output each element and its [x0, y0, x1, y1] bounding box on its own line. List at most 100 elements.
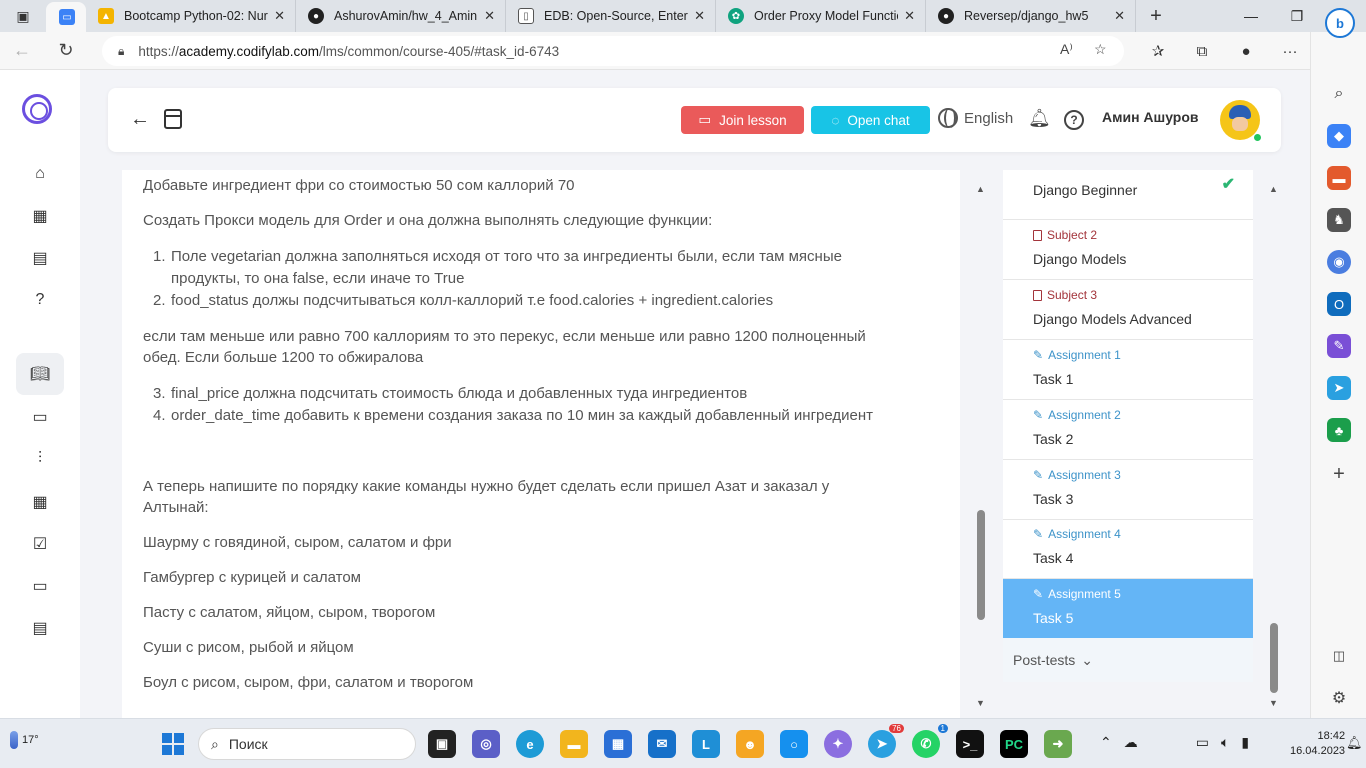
- tab-active[interactable]: ▭: [46, 2, 86, 32]
- restore-icon[interactable]: ❐: [1274, 0, 1320, 32]
- telegram-sidebar-icon[interactable]: ➤: [1327, 376, 1351, 400]
- clipboard-icon[interactable]: ▤: [28, 246, 52, 270]
- tab-github-hw5[interactable]: ● Reversep/django_hw5 ✕: [926, 0, 1136, 32]
- add-favorite-icon[interactable]: ☆: [1094, 41, 1107, 58]
- tab-close-icon[interactable]: ✕: [274, 8, 285, 24]
- user-name[interactable]: Амин Ашуров: [1102, 109, 1199, 125]
- stats-icon[interactable]: ⫶: [28, 447, 52, 471]
- outlook-icon[interactable]: O: [1327, 292, 1351, 316]
- add-sidebar-icon[interactable]: +: [1327, 462, 1351, 486]
- help-circle-icon[interactable]: ?: [28, 288, 52, 312]
- settings-icon[interactable]: ⚙: [1327, 686, 1351, 710]
- refresh-icon[interactable]: ↻: [44, 40, 88, 61]
- lesson-item-assignment-3[interactable]: ✎ Assignment 3 Task 3: [1003, 460, 1253, 520]
- taskbar-search[interactable]: ⌕ Поиск: [198, 728, 416, 760]
- store-icon[interactable]: ▦: [604, 730, 632, 758]
- lesson-item-assignment-2[interactable]: ✎ Assignment 2 Task 2: [1003, 400, 1253, 460]
- arrow-app-icon[interactable]: ➜: [1044, 730, 1072, 758]
- lock-icon[interactable]: 🔒︎: [118, 44, 124, 59]
- calendar-icon[interactable]: ▦: [28, 204, 52, 228]
- lesson-item-assignment-4[interactable]: ✎ Assignment 4 Task 4: [1003, 519, 1253, 579]
- pumpkin-app-icon[interactable]: ☻: [736, 730, 764, 758]
- favorites-icon[interactable]: ✰: [1136, 36, 1180, 66]
- more-icon[interactable]: ···: [1268, 36, 1312, 66]
- mail-icon[interactable]: ✉: [648, 730, 676, 758]
- lesson-item-assignment-1[interactable]: ✎ Assignment 1 Task 1: [1003, 340, 1253, 400]
- lesson-item-subject-2[interactable]: Subject 2 Django Models: [1003, 220, 1253, 280]
- start-button[interactable]: [162, 733, 184, 755]
- open-chat-button[interactable]: ◌ Open chat: [811, 106, 930, 134]
- tools-icon[interactable]: ▬: [1327, 166, 1351, 190]
- task-view-icon[interactable]: ▣: [428, 730, 456, 758]
- tab-bootcamp[interactable]: ▲ Bootcamp Python-02: Nursu ✕: [86, 0, 296, 32]
- scroll-up-icon[interactable]: ▲: [1269, 184, 1278, 194]
- new-tab-button[interactable]: +: [1136, 0, 1176, 32]
- minimize-icon[interactable]: —: [1228, 0, 1274, 32]
- tab-close-icon[interactable]: ✕: [904, 8, 915, 24]
- post-tests-dropdown[interactable]: Post-tests ⌄: [1003, 638, 1253, 682]
- tab-github-hw4[interactable]: ● AshurovAmin/hw_4_Amin ✕: [296, 0, 506, 32]
- clock[interactable]: 18:42 16.04.2023: [1290, 729, 1345, 759]
- tab-close-icon[interactable]: ✕: [484, 8, 495, 24]
- games-icon[interactable]: ♞: [1327, 208, 1351, 232]
- schedule-icon[interactable]: ▦: [28, 490, 52, 514]
- bell-icon[interactable]: 🔔︎: [1028, 108, 1051, 129]
- profile-icon[interactable]: ●: [1224, 36, 1268, 66]
- scroll-down-icon[interactable]: ▼: [1269, 698, 1278, 708]
- lesson-item-subject-3[interactable]: Subject 3 Django Models Advanced: [1003, 280, 1253, 340]
- weather-widget[interactable]: 17°: [10, 731, 39, 749]
- terminal-icon[interactable]: >_: [956, 730, 984, 758]
- designer-icon[interactable]: ✎: [1327, 334, 1351, 358]
- document-icon[interactable]: ▤: [28, 616, 52, 640]
- help-icon[interactable]: ?: [1064, 110, 1084, 130]
- scroll-up-icon[interactable]: ▲: [976, 184, 985, 194]
- tab-actions-icon[interactable]: ▣: [0, 0, 46, 32]
- back-icon[interactable]: ←: [0, 40, 44, 61]
- card-icon[interactable]: ▭: [28, 574, 52, 598]
- join-lesson-button[interactable]: ▭ Join lesson: [681, 106, 804, 134]
- tab-close-icon[interactable]: ✕: [1114, 8, 1125, 24]
- battery-icon[interactable]: ▮: [1241, 734, 1249, 751]
- tab-edb[interactable]: ▯ EDB: Open-Source, Enterpri ✕: [506, 0, 716, 32]
- l-app-icon[interactable]: L: [692, 730, 720, 758]
- lesson-list-scrollbar[interactable]: ▲ ▼: [1264, 180, 1284, 710]
- microsoft365-icon[interactable]: ◉: [1327, 250, 1351, 274]
- lesson-item-django-beginner[interactable]: Django Beginner ✔: [1003, 170, 1253, 220]
- content-scrollbar[interactable]: ▲ ▼: [970, 180, 992, 710]
- scroll-down-icon[interactable]: ▼: [976, 698, 985, 708]
- teams-icon[interactable]: ◎: [472, 730, 500, 758]
- telegram-icon[interactable]: ➤ 76: [868, 724, 904, 758]
- calendar-icon[interactable]: [164, 109, 182, 129]
- lesson-item-assignment-5[interactable]: ✎ Assignment 5 Task 5: [1003, 579, 1253, 639]
- whatsapp-icon[interactable]: ✆ 1: [912, 724, 948, 758]
- chevron-up-icon[interactable]: ⌃: [1100, 734, 1112, 751]
- file-explorer-icon[interactable]: ▬: [560, 730, 588, 758]
- scrollbar-thumb[interactable]: [1270, 623, 1278, 693]
- language-selector[interactable]: English: [938, 108, 1013, 128]
- arrow-left-icon[interactable]: ←: [130, 108, 150, 131]
- edge-icon[interactable]: e: [516, 730, 544, 758]
- hide-sidebar-icon[interactable]: ◫: [1327, 644, 1351, 668]
- tab-chatgpt[interactable]: ✿ Order Proxy Model Functio ✕: [716, 0, 926, 32]
- pycharm-icon[interactable]: PC: [1000, 730, 1028, 758]
- shopping-icon[interactable]: ◆: [1327, 124, 1351, 148]
- copilot-icon[interactable]: ✦: [824, 730, 852, 758]
- codify-logo[interactable]: [22, 94, 52, 124]
- url-input[interactable]: 🔒︎ https://academy.codifylab.com/lms/com…: [102, 36, 1124, 66]
- tab-close-icon[interactable]: ✕: [694, 8, 705, 24]
- read-aloud-icon[interactable]: A⁾: [1060, 41, 1073, 58]
- cortana-icon[interactable]: ○: [780, 730, 808, 758]
- book-icon[interactable]: ▭: [28, 405, 52, 429]
- cloud-icon[interactable]: ☁: [1124, 734, 1138, 751]
- collections-icon[interactable]: ⧉: [1180, 36, 1224, 66]
- home-icon[interactable]: ⌂: [28, 162, 52, 186]
- volume-icon[interactable]: 🔈︎: [1221, 734, 1229, 751]
- checkbox-icon[interactable]: ☑: [28, 532, 52, 556]
- monitor-icon[interactable]: ▭: [1196, 734, 1209, 751]
- search-icon[interactable]: ⌕: [1327, 82, 1351, 106]
- tree-icon[interactable]: ♣: [1327, 418, 1351, 442]
- notification-icon[interactable]: 🔔︎: [1346, 735, 1363, 751]
- scrollbar-thumb[interactable]: [977, 510, 985, 620]
- bing-icon[interactable]: b: [1325, 8, 1355, 38]
- open-book-icon[interactable]: 📖︎: [16, 353, 64, 395]
